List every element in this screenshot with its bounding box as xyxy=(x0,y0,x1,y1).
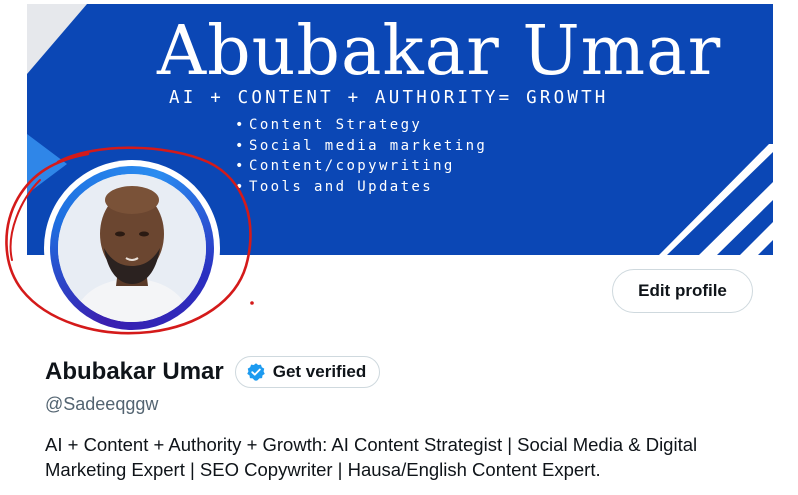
banner-list-item: • Content Strategy xyxy=(235,115,487,136)
get-verified-label: Get verified xyxy=(272,362,367,381)
display-name: Abubakar Umar xyxy=(45,358,224,385)
hand-drawn-circle-annotation xyxy=(5,146,254,335)
edit-profile-button[interactable]: Edit profile xyxy=(612,269,753,313)
banner-list-item-label: Social media marketing xyxy=(249,137,488,154)
verified-badge-icon xyxy=(246,363,265,381)
banner-service-list: • Content Strategy • Social media marketin… xyxy=(235,115,487,197)
user-handle: @Sadeeqggw xyxy=(45,394,159,414)
banner-list-item-label: Tools and Updates xyxy=(249,178,434,195)
banner-list-item: • Content/copywriting xyxy=(235,156,487,177)
bullet-icon: • xyxy=(235,117,244,133)
get-verified-button[interactable]: Get verified xyxy=(234,356,381,388)
banner-list-item: • Tools and Updates xyxy=(235,177,487,198)
profile-name-row: Abubakar Umar Get verified xyxy=(45,356,381,388)
banner-list-item-label: Content Strategy xyxy=(249,117,423,133)
banner-title: Abubakar Umar xyxy=(157,12,722,91)
profile-bio: AI + Content + Authority + Growth: AI Co… xyxy=(45,434,698,480)
page-margin-right xyxy=(773,0,798,495)
banner-list-item-label: Content/copywriting xyxy=(249,158,455,174)
banner-tagline: AI + CONTENT + AUTHORITY= GROWTH xyxy=(169,88,609,108)
banner-list-item: • Social media marketing xyxy=(235,136,487,157)
